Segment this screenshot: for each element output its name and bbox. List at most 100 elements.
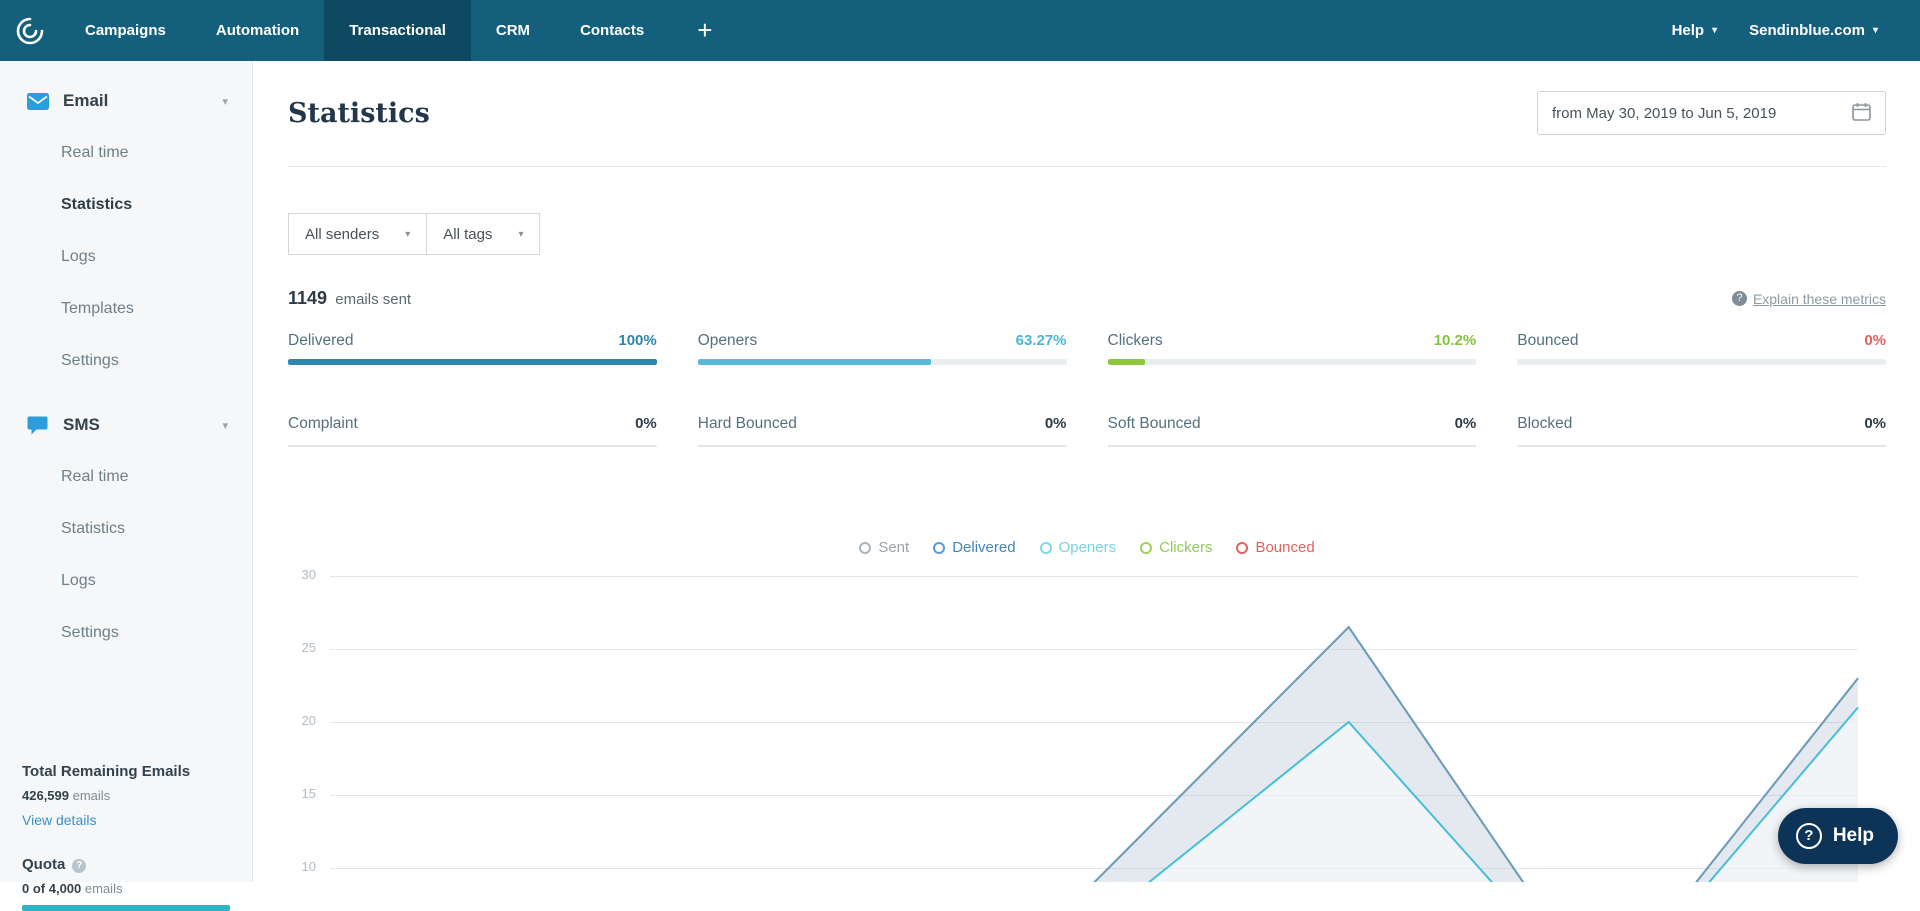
quota-title: Quota bbox=[22, 856, 66, 873]
metric-progress-bar bbox=[1517, 445, 1886, 447]
help-menu[interactable]: Help ▾ bbox=[1656, 22, 1734, 39]
remaining-emails-title: Total Remaining Emails bbox=[22, 763, 191, 780]
metric-label: Delivered bbox=[288, 332, 354, 349]
explain-metrics-link[interactable]: ? Explain these metrics bbox=[1731, 290, 1886, 307]
chevron-down-icon: ▾ bbox=[518, 228, 524, 240]
metric-delivered: Delivered 100% bbox=[288, 332, 657, 365]
metric-hard-bounced: Hard Bounced 0% bbox=[697, 415, 1067, 447]
sendinblue-logo-icon bbox=[16, 17, 44, 44]
question-icon: ? bbox=[1731, 291, 1747, 306]
legend-circle-icon bbox=[1140, 541, 1153, 554]
help-menu-label: Help bbox=[1671, 22, 1705, 39]
senders-filter-value: All senders bbox=[305, 225, 380, 243]
emails-sent-count: 1149 bbox=[288, 288, 328, 308]
explain-metrics-label: Explain these metrics bbox=[1752, 290, 1886, 307]
nav-item-contacts[interactable]: Contacts bbox=[555, 0, 669, 61]
nav-item-transactional[interactable]: Transactional bbox=[324, 0, 471, 61]
sidebar-section-email[interactable]: Email ▾ bbox=[0, 75, 252, 127]
chevron-down-icon: ▾ bbox=[1872, 25, 1878, 36]
nav-item-automation[interactable]: Automation bbox=[191, 0, 324, 61]
metric-label: Blocked bbox=[1517, 415, 1573, 432]
legend-label: Sent bbox=[878, 539, 910, 556]
date-range-picker[interactable]: from May 30, 2019 to Jun 5, 2019 bbox=[1537, 91, 1886, 135]
metric-progress-bar bbox=[697, 359, 1067, 365]
date-range-label: from May 30, 2019 to Jun 5, 2019 bbox=[1552, 104, 1777, 122]
legend-item-bounced[interactable]: Bounced bbox=[1236, 539, 1315, 556]
calendar-icon bbox=[1852, 102, 1871, 125]
tags-filter-value: All tags bbox=[443, 225, 493, 243]
sidebar-section-label: SMS bbox=[63, 415, 100, 434]
quota-progress-bar bbox=[22, 905, 230, 911]
chevron-down-icon: ▾ bbox=[405, 228, 411, 240]
legend-label: Openers bbox=[1058, 539, 1117, 556]
metric-label: Openers bbox=[697, 332, 758, 349]
emails-sent-label: emails sent bbox=[335, 291, 412, 308]
quota-value: 0 of 4,000 bbox=[22, 881, 82, 896]
metric-value: 0% bbox=[1864, 415, 1886, 432]
sidebar: Email ▾ Real time Statistics Logs Templa… bbox=[0, 61, 253, 911]
legend-item-clickers[interactable]: Clickers bbox=[1140, 539, 1212, 556]
account-menu[interactable]: Sendinblue.com ▾ bbox=[1733, 22, 1894, 39]
quota-unit: emails bbox=[84, 881, 123, 896]
metric-bounced: Bounced 0% bbox=[1517, 332, 1886, 365]
metric-value: 0% bbox=[1044, 415, 1067, 432]
legend-label: Bounced bbox=[1255, 539, 1315, 556]
help-button[interactable]: ? Help bbox=[1777, 808, 1898, 864]
legend-circle-icon bbox=[1039, 541, 1052, 554]
metric-complaint: Complaint 0% bbox=[288, 415, 657, 447]
legend-label: Delivered bbox=[952, 539, 1016, 556]
legend-circle-icon bbox=[1236, 541, 1249, 554]
nav-item-campaigns[interactable]: Campaigns bbox=[60, 0, 191, 61]
sidebar-section-label: Email bbox=[63, 91, 109, 110]
legend-circle-icon bbox=[859, 541, 872, 554]
header-divider bbox=[288, 166, 1886, 167]
sidebar-item-sms-real-time[interactable]: Real time bbox=[0, 451, 252, 503]
sidebar-item-email-logs[interactable]: Logs bbox=[0, 231, 252, 283]
chevron-down-icon: ▾ bbox=[222, 95, 228, 108]
metric-label: Bounced bbox=[1517, 332, 1579, 349]
nav-item-crm[interactable]: CRM bbox=[471, 0, 555, 61]
traffic-chart[interactable]: 30 25 20 15 10 bbox=[288, 558, 1886, 882]
envelope-icon bbox=[27, 92, 51, 110]
legend-circle-icon bbox=[933, 541, 946, 554]
legend-item-openers[interactable]: Openers bbox=[1039, 539, 1117, 556]
sidebar-item-email-real-time[interactable]: Real time bbox=[0, 127, 252, 179]
metric-blocked: Blocked 0% bbox=[1517, 415, 1886, 447]
sidebar-item-sms-logs[interactable]: Logs bbox=[0, 555, 252, 607]
metric-label: Soft Bounced bbox=[1107, 415, 1201, 432]
metric-progress-bar bbox=[288, 445, 657, 447]
sidebar-item-email-templates[interactable]: Templates bbox=[0, 283, 252, 335]
account-menu-label: Sendinblue.com bbox=[1749, 22, 1865, 39]
question-icon[interactable]: ? bbox=[72, 859, 87, 873]
chart-canvas[interactable] bbox=[288, 558, 1886, 882]
metric-label: Hard Bounced bbox=[697, 415, 797, 432]
sidebar-footer: Total Remaining Emails 426,599 emails Vi… bbox=[0, 763, 252, 911]
view-details-link[interactable]: View details bbox=[22, 812, 96, 828]
chevron-down-icon: ▾ bbox=[1712, 25, 1718, 36]
metric-value: 10.2% bbox=[1433, 332, 1477, 349]
sidebar-item-sms-statistics[interactable]: Statistics bbox=[0, 503, 252, 555]
legend-label: Clickers bbox=[1159, 539, 1213, 556]
sidebar-section-sms[interactable]: SMS ▾ bbox=[0, 399, 252, 451]
metric-label: Complaint bbox=[288, 415, 358, 432]
legend-item-delivered[interactable]: Delivered bbox=[933, 539, 1016, 556]
metric-value: 0% bbox=[1864, 332, 1886, 349]
metric-progress-bar bbox=[1107, 359, 1477, 365]
metric-value: 0% bbox=[635, 415, 657, 432]
sidebar-item-email-settings[interactable]: Settings bbox=[0, 335, 252, 387]
metric-openers: Openers 63.27% bbox=[697, 332, 1067, 365]
metric-soft-bounced: Soft Bounced 0% bbox=[1107, 415, 1477, 447]
question-icon: ? bbox=[1795, 823, 1822, 849]
sidebar-item-email-statistics[interactable]: Statistics bbox=[0, 179, 252, 231]
main-content: Statistics from May 30, 2019 to Jun 5, 2… bbox=[253, 61, 1920, 882]
metric-clickers: Clickers 10.2% bbox=[1107, 332, 1477, 365]
senders-filter[interactable]: All senders ▾ bbox=[288, 213, 428, 255]
tags-filter[interactable]: All tags ▾ bbox=[426, 213, 541, 255]
sendinblue-logo[interactable] bbox=[0, 0, 60, 61]
add-button[interactable]: + bbox=[669, 0, 740, 61]
sidebar-item-sms-settings[interactable]: Settings bbox=[0, 607, 252, 659]
metric-progress-bar bbox=[1107, 445, 1477, 447]
legend-item-sent[interactable]: Sent bbox=[859, 539, 909, 556]
chart-legend: Sent Delivered Openers Clickers Bounced bbox=[288, 539, 1886, 556]
metric-label: Clickers bbox=[1107, 332, 1163, 349]
